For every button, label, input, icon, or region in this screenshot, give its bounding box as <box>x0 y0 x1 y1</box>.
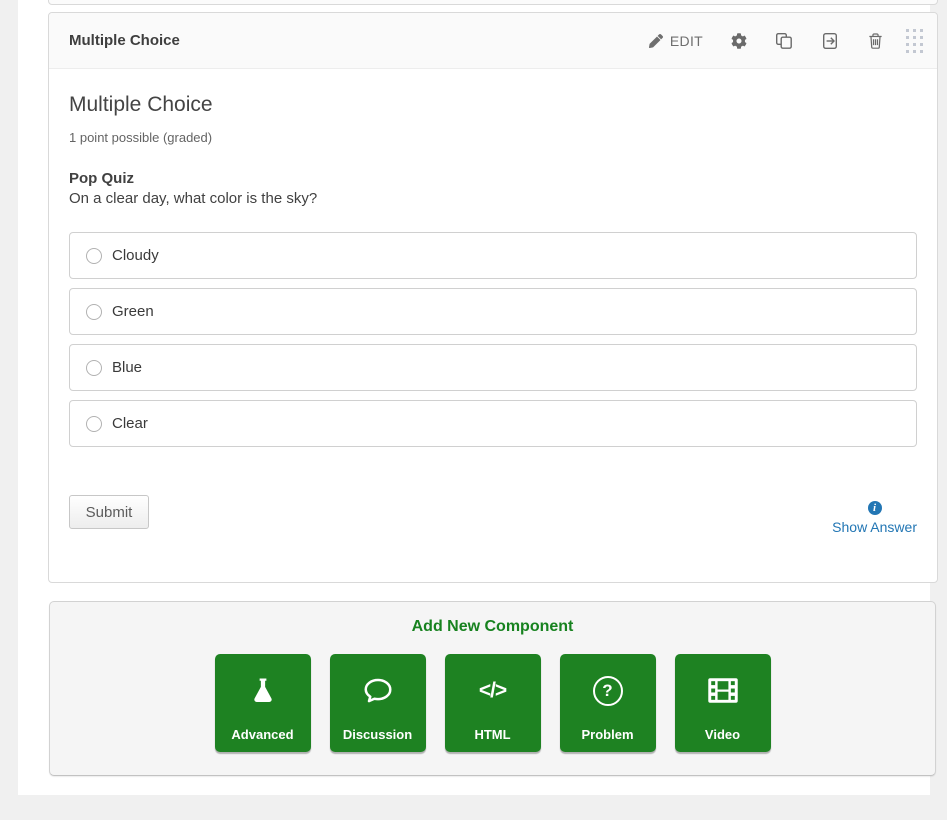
choice-row[interactable]: Cloudy <box>69 232 917 279</box>
add-button-label: Discussion <box>343 727 412 742</box>
add-video-button[interactable]: Video <box>675 654 771 752</box>
choice-list: Cloudy Green Blue Clear <box>69 232 917 447</box>
add-advanced-button[interactable]: Advanced <box>215 654 311 752</box>
choice-label: Clear <box>112 415 148 432</box>
question-heading: Pop Quiz <box>69 170 917 187</box>
component-type-buttons: Advanced Discussion </> HTML ? Problem <box>50 654 935 752</box>
add-component-title: Add New Component <box>50 618 935 636</box>
add-button-label: HTML <box>474 727 510 742</box>
speech-bubble-icon <box>330 654 426 727</box>
film-strip-icon <box>675 654 771 727</box>
trash-icon <box>867 32 884 50</box>
add-discussion-button[interactable]: Discussion <box>330 654 426 752</box>
choice-label: Green <box>112 303 154 320</box>
component-card-header: Multiple Choice EDIT <box>49 13 937 69</box>
choice-label: Cloudy <box>112 247 159 264</box>
add-html-button[interactable]: </> HTML <box>445 654 541 752</box>
pencil-icon <box>649 34 663 48</box>
duplicate-button[interactable] <box>775 32 793 50</box>
submit-button[interactable]: Submit <box>69 495 149 529</box>
code-icon: </> <box>445 654 541 727</box>
problem-points: 1 point possible (graded) <box>69 130 917 145</box>
radio-icon[interactable] <box>86 248 102 264</box>
settings-button[interactable] <box>731 33 747 49</box>
drag-handle[interactable] <box>906 29 923 53</box>
choice-row[interactable]: Green <box>69 288 917 335</box>
question-circle-icon: ? <box>560 654 656 727</box>
show-answer-label: Show Answer <box>832 519 917 535</box>
component-actions: EDIT <box>621 29 923 53</box>
show-answer-link[interactable]: i Show Answer <box>832 501 917 535</box>
problem-actions-row: Submit i Show Answer <box>69 495 917 535</box>
add-component-panel: Add New Component Advanced Discussion </… <box>49 601 936 776</box>
add-button-label: Video <box>705 727 740 742</box>
content-column: Multiple Choice EDIT <box>18 0 930 795</box>
edit-button[interactable]: EDIT <box>649 33 703 49</box>
radio-icon[interactable] <box>86 304 102 320</box>
question-text: On a clear day, what color is the sky? <box>69 190 917 207</box>
component-title: Multiple Choice <box>69 32 180 49</box>
previous-component-card-edge <box>48 0 938 5</box>
gear-icon <box>731 33 747 49</box>
add-button-label: Problem <box>581 727 633 742</box>
duplicate-icon <box>775 32 793 50</box>
choice-label: Blue <box>112 359 142 376</box>
add-button-label: Advanced <box>231 727 293 742</box>
move-button[interactable] <box>821 32 839 50</box>
choice-row[interactable]: Clear <box>69 400 917 447</box>
problem-preview: Multiple Choice 1 point possible (graded… <box>49 93 937 535</box>
add-problem-button[interactable]: ? Problem <box>560 654 656 752</box>
radio-icon[interactable] <box>86 360 102 376</box>
flask-icon <box>215 654 311 727</box>
problem-title: Multiple Choice <box>69 93 917 117</box>
component-card-multiple-choice: Multiple Choice EDIT <box>48 12 938 583</box>
code-glyph: </> <box>479 679 506 703</box>
move-icon <box>821 32 839 50</box>
choice-row[interactable]: Blue <box>69 344 917 391</box>
radio-icon[interactable] <box>86 416 102 432</box>
info-icon: i <box>868 501 882 515</box>
delete-button[interactable] <box>867 32 884 50</box>
edit-button-label: EDIT <box>670 33 703 49</box>
